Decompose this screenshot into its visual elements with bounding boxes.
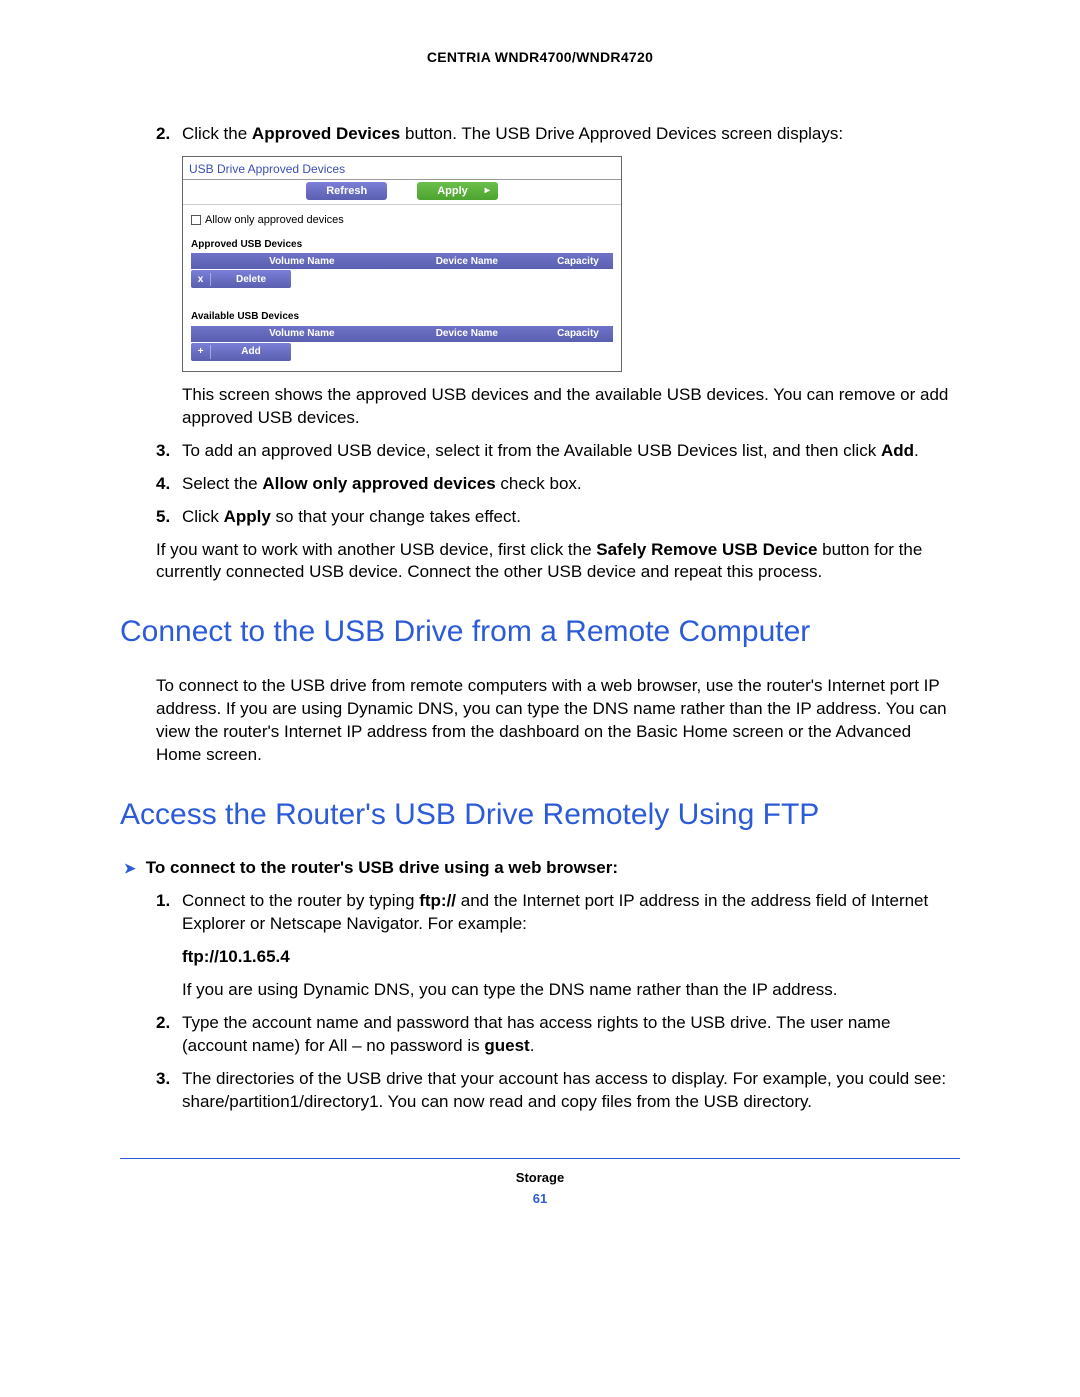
step-5-post: so that your change takes effect. — [271, 507, 521, 526]
checkbox-icon — [191, 215, 201, 225]
task-heading: ➤ To connect to the router's USB drive u… — [124, 857, 960, 880]
step-3: 3. To add an approved USB device, select… — [120, 440, 960, 463]
ftp-step-3-text: The directories of the USB drive that yo… — [182, 1068, 960, 1114]
footer-page-number: 61 — [120, 1190, 960, 1208]
add-icon: + — [191, 345, 211, 359]
screenshot-title: USB Drive Approved Devices — [183, 157, 621, 180]
col-capacity: Capacity — [543, 255, 613, 269]
usb-approved-devices-screenshot: USB Drive Approved Devices Refresh Apply… — [182, 156, 622, 372]
step-number: 3. — [156, 440, 182, 463]
heading-ftp: Access the Router's USB Drive Remotely U… — [120, 795, 960, 836]
step-5-bold: Apply — [224, 507, 271, 526]
step-number: 2. — [156, 123, 182, 146]
step-5: 5. Click Apply so that your change takes… — [120, 506, 960, 529]
step-4: 4. Select the Allow only approved device… — [120, 473, 960, 496]
ftp-step-2-post: . — [530, 1036, 535, 1055]
checkbox-label: Allow only approved devices — [205, 213, 344, 228]
approved-table-header: Volume Name Device Name Capacity — [191, 253, 613, 269]
col-volume-name: Volume Name — [213, 255, 391, 269]
task-arrow-icon: ➤ — [124, 859, 136, 878]
ftp-step-2-bold: guest — [484, 1036, 529, 1055]
step-2-text-pre: Click the — [182, 124, 252, 143]
ftp-step-2-pre: Type the account name and password that … — [182, 1013, 890, 1055]
step-number: 3. — [156, 1068, 182, 1114]
delete-label: Delete — [211, 273, 291, 287]
ftp-example-address: ftp://10.1.65.4 — [120, 946, 960, 969]
ftp-step-1-after: If you are using Dynamic DNS, you can ty… — [120, 979, 960, 1002]
step-2-followup: This screen shows the approved USB devic… — [120, 384, 960, 430]
safely-remove-note: If you want to work with another USB dev… — [120, 539, 960, 585]
step-number: 2. — [156, 1012, 182, 1058]
ftp-step-2: 2. Type the account name and password th… — [120, 1012, 960, 1058]
step-5-pre: Click — [182, 507, 224, 526]
note-pre: If you want to work with another USB dev… — [156, 540, 596, 559]
step-4-post: check box. — [496, 474, 582, 493]
connect-remote-paragraph: To connect to the USB drive from remote … — [120, 675, 960, 767]
step-number: 5. — [156, 506, 182, 529]
delete-button[interactable]: x Delete — [191, 270, 291, 288]
step-2-text-post: button. The USB Drive Approved Devices s… — [400, 124, 843, 143]
step-2-bold: Approved Devices — [252, 124, 400, 143]
add-button[interactable]: + Add — [191, 343, 291, 361]
col-device-name: Device Name — [391, 255, 543, 269]
apply-button[interactable]: Apply — [417, 182, 498, 200]
step-4-bold: Allow only approved devices — [262, 474, 495, 493]
ftp-step-1-pre: Connect to the router by typing — [182, 891, 419, 910]
task-label: To connect to the router's USB drive usi… — [146, 857, 618, 880]
footer-category: Storage — [120, 1169, 960, 1187]
heading-connect-remote: Connect to the USB Drive from a Remote C… — [120, 612, 960, 653]
step-number: 4. — [156, 473, 182, 496]
available-table-header: Volume Name Device Name Capacity — [191, 326, 613, 342]
step-2: 2. Click the Approved Devices button. Th… — [120, 123, 960, 146]
allow-only-approved-checkbox[interactable]: Allow only approved devices — [191, 213, 613, 228]
col-volume-name: Volume Name — [213, 327, 391, 341]
step-3-bold: Add — [881, 441, 914, 460]
note-bold: Safely Remove USB Device — [596, 540, 817, 559]
step-3-post: . — [914, 441, 919, 460]
col-capacity: Capacity — [543, 327, 613, 341]
page-footer: Storage 61 — [120, 1158, 960, 1208]
ftp-step-1-bold: ftp:// — [419, 891, 456, 910]
page-header-product: CENTRIA WNDR4700/WNDR4720 — [120, 48, 960, 67]
delete-icon: x — [191, 273, 211, 287]
approved-devices-label: Approved USB Devices — [191, 238, 613, 252]
step-4-pre: Select the — [182, 474, 262, 493]
ftp-step-1: 1. Connect to the router by typing ftp:/… — [120, 890, 960, 936]
step-3-text: To add an approved USB device, select it… — [182, 441, 881, 460]
step-number: 1. — [156, 890, 182, 936]
refresh-button[interactable]: Refresh — [306, 182, 387, 200]
col-device-name: Device Name — [391, 327, 543, 341]
ftp-step-3: 3. The directories of the USB drive that… — [120, 1068, 960, 1114]
add-label: Add — [211, 345, 291, 359]
available-devices-label: Available USB Devices — [191, 310, 613, 324]
